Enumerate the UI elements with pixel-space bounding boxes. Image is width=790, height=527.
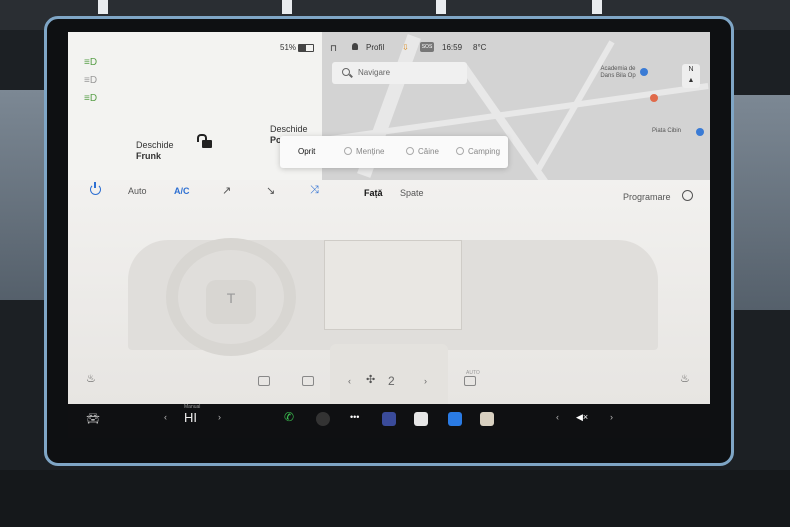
search-icon [342,68,350,76]
navigation-app-icon[interactable] [382,412,396,426]
schedule-button[interactable]: Programare [623,192,671,202]
compass-button[interactable]: N ▲ [682,64,700,88]
profile-icon[interactable] [352,43,358,50]
cabin-dashboard [0,470,790,527]
parking-light-icon[interactable]: ≡D [84,76,100,86]
poi-marker-icon[interactable] [640,68,648,76]
menu-option-dog[interactable]: Câine [406,147,439,156]
arrow-up-icon: ▲ [687,77,695,84]
battery-percent: 51% [280,43,297,52]
bluetooth-icon[interactable] [448,412,462,426]
north-label: N [688,66,694,73]
clock-time: 16:59 [442,43,463,52]
volume-increase[interactable]: › [610,412,613,422]
poi-name: Academia de [600,66,636,72]
fog-light-icon[interactable]: ≡D [84,94,100,104]
profile-label[interactable]: Profil [366,43,384,52]
tent-icon [456,147,464,155]
camera-icon[interactable] [316,412,330,426]
bottom-dock: 🚘︎ ‹ Manual HI › ✆ ••• ‹ ◀× › [68,404,710,438]
map-poi-label[interactable]: Piata Cibin [652,128,681,135]
keep-climate-menu: Oprit Menține Câine Camping [280,136,508,168]
status-bar: 51% ⊓ Profil ⇩ SOS 16:59 8°C [68,32,710,53]
airflow-mixed-icon[interactable]: ⤨ [310,184,319,197]
poi-name-line2: Dans Bila Op [600,73,636,79]
driver-temp-decrease[interactable]: ‹ [164,412,167,422]
ceiling-light [436,0,446,14]
lock-icon[interactable] [197,134,212,148]
volume-muted-icon[interactable]: ◀× [576,412,588,423]
driver-seat-heat-icon[interactable]: ♨ [86,372,96,385]
airflow-feet-icon[interactable]: ↘ [266,184,275,197]
center-display-render [324,240,462,330]
fan-increase-button[interactable]: › [424,376,427,386]
airflow-face-icon[interactable]: ↗ [222,184,231,197]
download-icon[interactable]: ⇩ [402,43,409,52]
fan-icon: ✣ [366,374,376,386]
menu-option-camping-label: Camping [468,147,501,156]
poi-marker-icon[interactable] [696,128,704,136]
outside-temperature: 8°C [473,43,487,52]
headlight-icon[interactable]: ≡D [84,58,100,68]
power-icon[interactable] [90,182,101,195]
clock-icon[interactable] [682,190,693,201]
cabin-window-right [730,95,790,310]
media-app-icon[interactable] [480,412,494,426]
navigation-search-bar[interactable]: Navigare [332,62,467,84]
driver-temp-increase[interactable]: › [218,412,221,422]
volume-decrease[interactable]: ‹ [556,412,559,422]
auto-button[interactable]: Auto [128,186,147,196]
ceiling-light [592,0,602,14]
search-placeholder: Navigare [358,68,391,77]
frunk-button[interactable]: Deschide Frunk [136,140,174,162]
lock-status-icon[interactable]: ⊓ [330,43,337,54]
rear-defrost-icon[interactable] [302,376,314,386]
restaurant-marker-icon[interactable] [650,94,658,102]
phone-icon[interactable]: ✆ [284,410,294,424]
ac-button[interactable]: A/C [174,186,190,196]
calendar-icon[interactable] [414,412,428,426]
fan-decrease-button[interactable]: ‹ [348,376,351,386]
recirculate-icon[interactable] [464,376,476,386]
battery-icon [298,44,314,52]
driver-temperature[interactable]: HI [184,410,197,425]
tab-front[interactable]: Față [364,188,383,198]
front-defrost-icon[interactable] [258,376,270,386]
fan-icon [344,147,352,155]
sos-button[interactable]: SOS [420,42,434,52]
dog-icon [406,147,414,155]
ceiling-light [98,0,108,14]
car-icon[interactable]: 🚘︎ [86,412,100,425]
menu-option-camping[interactable]: Camping [456,147,500,156]
menu-option-keep[interactable]: Menține [344,147,384,156]
climate-bottom-controls: ♨ ‹ ✣ 2 › AUTO ♨ [68,370,710,400]
fan-speed-value: 2 [388,374,395,388]
menu-option-keep-label: Menține [356,147,385,156]
menu-option-off[interactable]: Oprit [298,147,315,156]
touchscreen: ≡D ≡D ≡D Deschide Frunk Deschide Po Navi… [68,32,710,404]
frunk-label-line1: Deschide [136,140,174,150]
map-poi-label[interactable]: Academia de Dans Bila Op [588,66,648,80]
tab-rear[interactable]: Spate [400,188,424,198]
trunk-label-line1: Deschide [270,124,308,134]
menu-option-dog-label: Câine [418,147,439,156]
more-apps-icon[interactable]: ••• [350,412,359,422]
ceiling-light [282,0,292,14]
passenger-seat-heat-icon[interactable]: ♨ [680,372,690,385]
tesla-logo-icon: T [226,290,236,306]
frunk-label-line2: Frunk [136,151,162,161]
